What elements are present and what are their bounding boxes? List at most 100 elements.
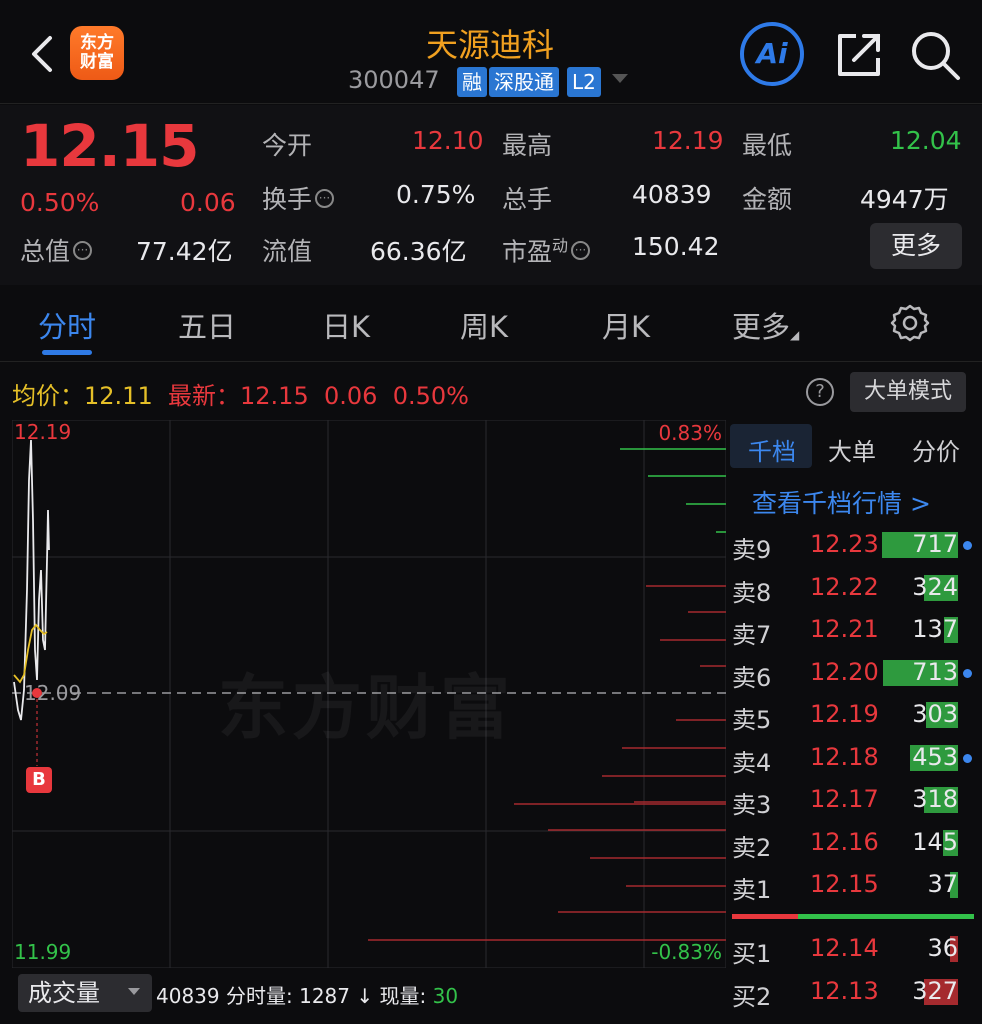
current-volume: 30 [432,984,459,1008]
tab-monthly-k[interactable]: 月K [602,304,650,346]
large-order-dot [963,541,972,550]
bid-level-label: 买1 [732,940,772,968]
corner-triangle-icon: ◢ [790,328,800,342]
change-amount: 0.06 [180,188,236,217]
tick-volume-label: 分时量: [225,984,300,1008]
latest-price: 最新：12.15 0.06 0.50% [168,376,469,411]
ask-price: 12.23 [810,530,879,558]
settings-gear-icon[interactable] [890,303,930,343]
tick-volume: 1287 [299,984,350,1008]
volume-value: 40839 [632,180,712,209]
big-order-mode-button[interactable]: 大单模式 [850,372,966,412]
volume-label: 总手 [502,185,553,214]
latest-change: 0.06 [323,382,378,410]
search-icon[interactable] [908,28,962,82]
bid-volume: 36 [927,934,958,962]
pe-label-sup: 动 [552,236,569,255]
large-order-dot [963,753,972,763]
watermark: 东方财富 [218,667,514,749]
tab-more-label: 更多 [732,310,791,344]
stock-code: 300047 [348,66,440,94]
ask-volume: 717 [912,530,958,558]
tab-five-day[interactable]: 五日 [178,304,236,346]
tab-daily-k[interactable]: 日K [322,304,370,346]
ask-level-label: 卖2 [732,833,772,862]
price-line [13,439,50,721]
ask-price: 12.16 [810,827,879,856]
chevron-down-icon[interactable] [612,74,628,83]
latest-price-label: 最新： [168,382,240,410]
ask-price: 12.20 [810,657,879,686]
tab-thousand-levels[interactable]: 千档 [748,432,796,467]
ask-level-label: 卖3 [732,791,772,819]
info-icon[interactable]: ··· [571,241,591,261]
ask-level-label: 卖4 [732,748,772,777]
help-icon[interactable]: ? [806,378,834,406]
float-value: 66.36亿 [370,237,467,266]
total-value-label-text: 总值 [20,237,71,266]
open-value: 12.10 [412,126,484,155]
ask-volume: 453 [912,742,958,771]
bid-price: 12.14 [810,934,879,962]
buy-sell-ratio-green [798,914,974,919]
ask-volume: 318 [912,785,958,813]
average-price-label: 均价： [12,382,84,410]
bid-volume: 327 [912,976,958,1005]
volume-readout: 40839 分时量: 1287 ↓ 现量: 30 [156,980,458,1009]
y-axis-top-label: 12.19 [14,420,71,444]
down-arrow-icon: ↓ [356,984,374,1008]
high-value: 12.19 [652,126,724,155]
ask-volume: 713 [912,657,958,686]
ask-volume: 324 [912,572,958,601]
total-value-label: 总值 ··· [20,232,93,268]
turnover-label: 换手 ··· [262,180,335,216]
tab-intraday[interactable]: 分时 [38,304,96,346]
high-label: 最高 [502,131,553,160]
more-info-button[interactable]: 更多 [870,223,962,269]
turnover-label-text: 换手 [262,185,313,214]
pe-label-text: 市盈 [502,237,553,267]
ask-price: 12.18 [810,742,879,771]
margin-tag: 融 [457,67,487,97]
info-icon[interactable]: ··· [73,241,93,260]
large-order-dot [963,668,972,678]
buy-marker[interactable]: B [26,767,52,793]
amount-label: 金额 [742,185,793,214]
tab-big-orders[interactable]: 大单 [828,432,876,467]
total-value: 77.42亿 [136,237,233,266]
ask-level-label: 卖9 [732,536,772,564]
ai-assistant-button[interactable]: Ai [740,22,804,86]
shenzhen-connect-tag: 深股通 [489,67,559,97]
ask-price: 12.19 [810,700,879,728]
tab-price-distribution[interactable]: 分价 [912,432,960,467]
share-icon[interactable] [834,30,884,80]
current-price: 12.15 [20,112,199,180]
bid-level-label: 买2 [732,982,772,1011]
ask-price: 12.15 [810,870,879,898]
info-icon[interactable]: ··· [315,189,335,208]
latest-price-value: 12.15 [240,382,309,410]
chevron-down-icon[interactable] [128,988,140,995]
current-volume-label: 现量: [379,984,433,1008]
pct-axis-bottom-label: -0.83% [651,940,722,964]
view-thousand-levels-link[interactable]: 查看千档行情 > [752,484,931,520]
tab-more[interactable]: 更多◢ [732,304,799,346]
buy-sell-ratio-red [732,914,798,919]
ask-level-label: 卖1 [732,876,772,904]
change-percent: 0.50% [20,188,100,217]
ask-price: 12.17 [810,785,879,813]
tab-weekly-k[interactable]: 周K [460,304,508,346]
ask-price: 12.22 [810,572,879,601]
logo-line-2: 财富 [80,52,114,72]
pe-value: 150.42 [632,232,720,261]
ask-volume: 137 [912,615,958,643]
volume-total: 40839 [156,984,220,1008]
average-price: 均价：12.11 [12,376,153,411]
bid-price: 12.13 [810,976,879,1005]
ask-level-label: 卖8 [732,578,772,607]
pe-label: 市盈动 ··· [502,232,591,268]
low-label: 最低 [742,131,793,160]
float-value-label: 流值 [262,237,313,266]
ask-volume: 303 [912,700,958,728]
back-arrow-icon[interactable] [28,34,58,74]
